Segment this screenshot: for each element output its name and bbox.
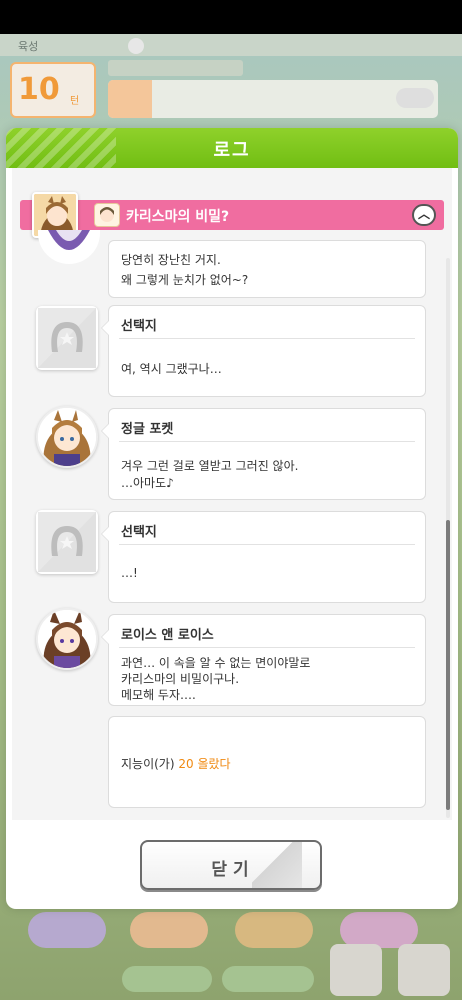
background-chara-button <box>330 944 382 996</box>
dialogue-line: 겨우 그런 걸로 열받고 그러진 않아. <box>121 459 299 473</box>
choice-line: 여, 역시 그랬구나… <box>121 362 222 376</box>
background-goal-box <box>108 80 438 118</box>
dialogue-line: 메모해 두자…. <box>121 688 196 702</box>
modal-title: 로그 <box>213 140 251 161</box>
background-auto-button <box>222 966 314 992</box>
event-title-bar[interactable] <box>20 200 444 230</box>
status-bar <box>0 0 462 34</box>
result-prefix: 지능이(가) <box>121 757 179 771</box>
background-goal-button <box>396 88 434 108</box>
background-menu-button-1 <box>28 912 106 948</box>
choice-bubble: 선택지 …! <box>101 511 426 603</box>
background-date-number: 10 <box>18 72 60 107</box>
dialogue-bubble: 로이스 앤 로이스 과연… 이 속을 알 수 없는 면이야말로 카리스마의 비밀… <box>101 614 426 706</box>
horseshoe-icon <box>38 308 96 368</box>
speaker-name: 정글 포켓 <box>121 422 174 437</box>
background-menu-button-4 <box>340 912 418 948</box>
background-info-icon <box>128 38 144 54</box>
choice-icon <box>36 510 98 574</box>
background-top-bar <box>0 34 462 56</box>
background-menu-button-3 <box>235 912 313 948</box>
background-turn-label: 육성 <box>18 40 39 53</box>
dialogue-line: 카리스마의 비밀이구나. <box>121 672 240 686</box>
dialogue-line: 과연… 이 속을 알 수 없는 면이야말로 <box>121 656 311 670</box>
speaker-avatar-jungle-pocket <box>36 406 98 468</box>
dialogue-bubble: 당연히 장난친 거지. 왜 그렇게 눈치가 없어~? <box>108 240 426 298</box>
horseshoe-icon <box>38 512 96 572</box>
background-skip-button <box>122 966 212 992</box>
choice-icon <box>36 306 98 370</box>
dialogue-bubble: 정글 포켓 겨우 그런 걸로 열받고 그러진 않아. …아마도♪ <box>101 408 426 500</box>
speaker-avatar-royce-and-royce <box>36 608 98 670</box>
result-suffix: 올랐다 <box>193 757 231 771</box>
scrollbar-thumb[interactable] <box>446 520 450 810</box>
background-date-unit: 턴 <box>70 96 80 107</box>
result-bubble: 지능이(가) 20 올랐다 <box>108 716 426 808</box>
modal-header: 로그 <box>6 128 458 168</box>
log-modal: 로그 카리스마의 비밀? ︿ 당연히 장난친 거지. 왜 그렇게 눈치가 없어~… <box>6 128 458 909</box>
collapse-button[interactable]: ︿ <box>412 204 436 226</box>
background-menu-button-2 <box>130 912 208 948</box>
speaker-name: 선택지 <box>121 525 157 540</box>
choice-bubble: 선택지 여, 역시 그랬구나… <box>101 305 426 397</box>
background-menu-icon <box>398 944 450 996</box>
background-goal-icon <box>108 80 152 118</box>
speaker-name: 로이스 앤 로이스 <box>121 628 214 643</box>
chevron-up-icon: ︿ <box>417 207 430 221</box>
dialogue-line: …아마도♪ <box>121 476 174 490</box>
dialogue-line: 왜 그렇게 눈치가 없어~? <box>121 273 249 287</box>
dialogue-line: 당연히 장난친 거지. <box>121 253 221 267</box>
close-button[interactable]: 닫기 <box>140 840 322 890</box>
background-header-strip <box>108 60 243 76</box>
result-line: 지능이(가) 20 올랐다 <box>121 755 231 772</box>
close-button-label: 닫기 <box>211 860 255 880</box>
event-title: 카리스마의 비밀? <box>126 209 230 225</box>
result-value: 20 <box>178 757 194 771</box>
event-character-icon <box>94 203 120 227</box>
speaker-name: 선택지 <box>121 319 157 334</box>
choice-line: …! <box>121 566 138 580</box>
